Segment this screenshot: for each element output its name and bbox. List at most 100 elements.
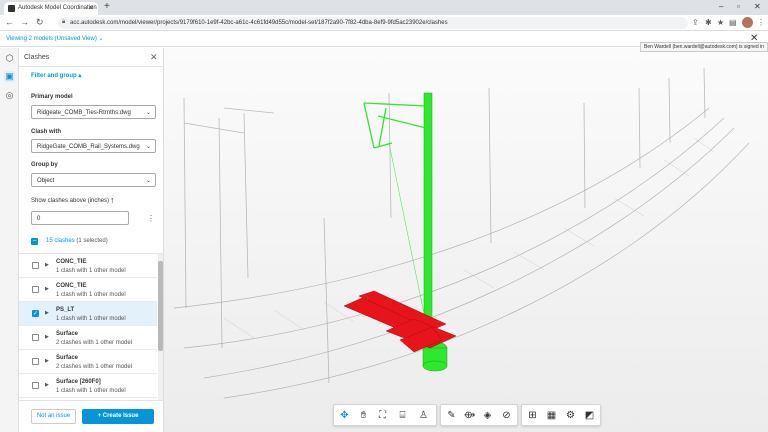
clash-list-item[interactable]: ✓ ▶ PS_LT 1 clash with 1 other model xyxy=(19,302,157,326)
clash-list-item[interactable]: ▶ Surface [260F0] 1 clash with 1 other mod… xyxy=(19,374,157,398)
profile-menu-icon[interactable]: ▤ xyxy=(729,18,737,27)
primary-model-select[interactable]: Ridgeate_COMB_Ties-Rtrnths.dwg ⌄ xyxy=(31,105,156,119)
extensions-icon[interactable]: ✱ xyxy=(705,18,712,27)
3d-viewport[interactable]: ✥ ✋︎ ⛶ ⌸ ♙ ✎ ⟴ ◈ ⊘ ⊞ ▦ ⚙ ◩ xyxy=(164,48,768,432)
clash-object-name: Surface xyxy=(56,355,79,361)
panel-close-icon[interactable]: ✕ xyxy=(150,52,158,63)
properties-icon[interactable]: ▦ xyxy=(544,408,559,423)
browser-menu-icon[interactable]: ⋮ xyxy=(757,18,765,27)
settings-icon[interactable]: ⚙ xyxy=(563,408,578,423)
clash-object-name: Surface xyxy=(56,331,79,337)
clash-checkbox[interactable] xyxy=(32,334,39,341)
clash-checkbox[interactable] xyxy=(32,262,39,269)
left-rail: ⬡ ▣ ◎ xyxy=(0,48,19,432)
primary-model-label: Primary model xyxy=(31,94,73,100)
clash-list-item[interactable]: ▶ Surface 2 clashes with 1 other model xyxy=(19,326,157,350)
clash-with-select[interactable]: RidgeGate_COMB_Rail_Systems.dwg ⌄ xyxy=(31,139,156,153)
camera-icon[interactable]: ⌸ xyxy=(395,408,410,423)
viewing-models-dropdown[interactable]: Viewing 2 models (Unsaved View) ⌄ xyxy=(6,35,104,42)
clash-description: 1 clash with 1 other model xyxy=(56,292,126,298)
clash-checkbox[interactable] xyxy=(32,358,39,365)
clash-object-name: CONC_TIE xyxy=(56,283,87,289)
tab-title: Autodesk Model Coordination xyxy=(18,5,97,11)
expand-arrow-icon[interactable]: ▶ xyxy=(45,334,49,340)
measure-icon[interactable]: ✎ xyxy=(444,408,459,423)
orbit-icon[interactable]: ✥ xyxy=(337,408,352,423)
clash-description: 2 clashes with 1 other model xyxy=(56,340,133,346)
expand-arrow-icon[interactable]: ▶ xyxy=(45,310,49,316)
settings-tools-group: ⊞ ▦ ⚙ ◩ xyxy=(521,404,601,426)
clash-count: 15 clashes (1 selected) xyxy=(46,238,108,244)
browser-toolbar: ← → ↻ 🔒︎ acc.autodesk.com/model/viewer/p… xyxy=(0,15,768,31)
check-circle-icon[interactable]: ◎ xyxy=(4,90,15,101)
navigation-tools-group: ✥ ✋︎ ⛶ ⌸ ♙ xyxy=(333,404,437,426)
clash-object-name: PS_LT xyxy=(56,307,75,313)
autodesk-favicon-icon xyxy=(8,5,15,12)
new-tab-icon[interactable]: + xyxy=(104,1,110,12)
cube-icon[interactable]: ⬡ xyxy=(4,53,15,64)
browser-tab[interactable]: Autodesk Model Coordination ✕ xyxy=(4,2,98,15)
chevron-down-icon: ⌄ xyxy=(145,144,151,150)
clash-with-value: RidgeGate_COMB_Rail_Systems.dwg xyxy=(37,144,140,150)
create-issue-button[interactable]: + Create Issue xyxy=(82,409,154,424)
clash-checkbox[interactable] xyxy=(32,382,39,389)
modeling-tools-group: ✎ ⟴ ◈ ⊘ xyxy=(440,404,518,426)
pan-icon[interactable]: ✋︎ xyxy=(356,408,371,423)
viewer-toolbar: ✥ ✋︎ ⛶ ⌸ ♙ ✎ ⟴ ◈ ⊘ ⊞ ▦ ⚙ ◩ xyxy=(333,404,602,426)
fit-icon[interactable]: ⛶ xyxy=(375,408,390,423)
fullscreen-icon[interactable]: ◩ xyxy=(582,408,597,423)
visibility-icon[interactable]: ⊘ xyxy=(499,408,514,423)
filter-and-group-toggle[interactable]: Filter and group ▴ xyxy=(31,72,81,79)
minimize-icon[interactable]: – xyxy=(719,2,723,11)
group-by-label: Group by xyxy=(31,162,58,168)
clashes-panel: Clashes ✕ Filter and group ▴ Primary mod… xyxy=(19,48,164,432)
clash-list-item[interactable]: ▶ CONC_TIE 1 clash with 1 other model xyxy=(19,254,157,278)
scrollbar-thumb[interactable] xyxy=(158,261,163,351)
clash-with-label: Clash with xyxy=(31,129,62,135)
primary-model-value: Ridgeate_COMB_Ties-Rtrnths.dwg xyxy=(37,110,131,116)
person-icon[interactable]: ♙ xyxy=(416,408,431,423)
back-icon[interactable]: ← xyxy=(5,17,14,27)
clash-checkbox[interactable]: ✓ xyxy=(32,310,39,317)
address-bar[interactable]: 🔒︎ acc.autodesk.com/model/viewer/project… xyxy=(58,17,688,29)
maximize-icon[interactable]: ▫ xyxy=(737,2,740,11)
share-icon[interactable]: ⇪ xyxy=(692,18,699,27)
avatar[interactable] xyxy=(742,17,753,28)
group-by-value: Object xyxy=(37,178,55,184)
layers-icon[interactable]: ◈ xyxy=(480,408,495,423)
clash-list: ▶ CONC_TIE 1 clash with 1 other model ▶ CONC… xyxy=(19,254,157,400)
clash-list-item[interactable]: ▶ CONC_TIE 1 clash with 1 other model xyxy=(19,278,157,302)
expand-arrow-icon[interactable]: ▶ xyxy=(45,358,49,364)
more-options-icon[interactable]: ⋮ xyxy=(147,214,155,223)
not-an-issue-button[interactable]: Not an issue xyxy=(31,409,76,424)
group-by-select[interactable]: Object ⌄ xyxy=(31,173,156,187)
browser-tab-bar: Autodesk Model Coordination ✕ + – ▫ ✕ xyxy=(0,0,768,15)
clash-list-item[interactable]: ▶ Surface 2 clashes with 1 other model xyxy=(19,350,157,374)
select-all-checkbox[interactable]: – xyxy=(31,238,38,245)
clash-description: 2 clashes with 1 other model xyxy=(56,364,133,370)
rail-model-scene xyxy=(173,67,750,399)
expand-arrow-icon[interactable]: ▶ xyxy=(45,262,49,268)
bookmark-star-icon[interactable]: ★ xyxy=(717,18,724,27)
expand-arrow-icon[interactable]: ▶ xyxy=(45,382,49,388)
sort-up-icon[interactable]: ↑ xyxy=(110,195,115,205)
threshold-label: Show clashes above (inches) xyxy=(31,198,110,204)
expand-arrow-icon[interactable]: ▶ xyxy=(45,286,49,292)
clash-checkbox[interactable] xyxy=(32,286,39,293)
panel-title: Clashes xyxy=(24,54,50,61)
forward-icon[interactable]: → xyxy=(20,17,29,27)
clash-description: 1 clash with 1 other model xyxy=(56,388,126,394)
model-browser-icon[interactable]: ⊞ xyxy=(525,408,540,423)
clash-object-name: Surface [260F0] xyxy=(56,379,101,385)
window-close-icon[interactable]: ✕ xyxy=(754,2,761,11)
section-icon[interactable]: ⟴ xyxy=(462,408,477,423)
clash-description: 1 clash with 1 other model xyxy=(56,268,126,274)
tab-close-icon[interactable]: ✕ xyxy=(88,4,94,12)
threshold-input[interactable]: 0 xyxy=(31,211,129,225)
chevron-down-icon: ⌄ xyxy=(145,110,151,116)
clash-description: 1 clash with 1 other model xyxy=(56,316,126,322)
divider xyxy=(19,66,164,67)
clash-object-name: CONC_TIE xyxy=(56,259,87,265)
reload-icon[interactable]: ↻ xyxy=(36,17,44,28)
clash-icon[interactable]: ▣ xyxy=(4,71,15,82)
